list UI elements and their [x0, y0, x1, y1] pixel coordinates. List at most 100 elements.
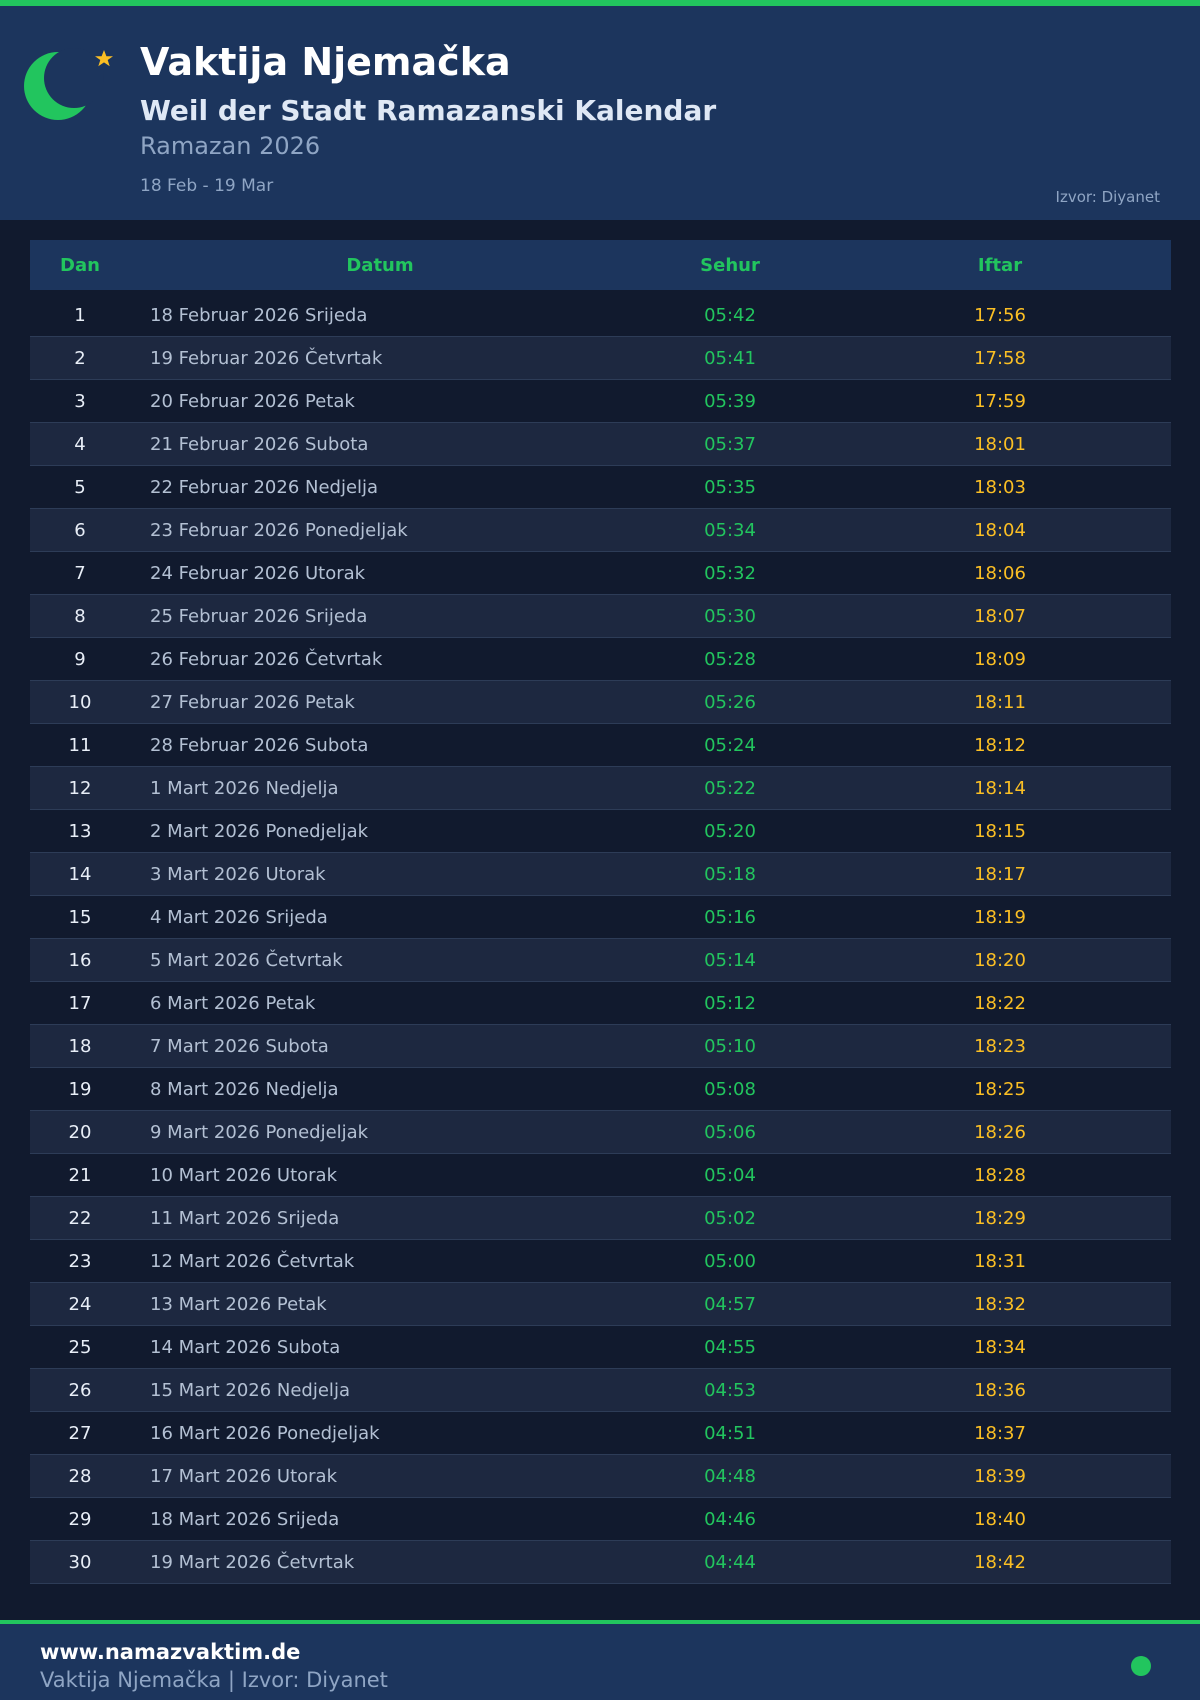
date-text: 19 Mart 2026 Četvrtak	[150, 1551, 355, 1573]
day-number: 30	[68, 1551, 92, 1573]
day-number: 11	[68, 734, 92, 756]
day-number: 8	[74, 605, 86, 627]
date-text: 18 Februar 2026 Srijeda	[150, 304, 368, 326]
table-row: 27 16 Mart 2026 Ponedjeljak 04:51 18:37	[30, 1412, 1171, 1455]
date-text: 10 Mart 2026 Utorak	[150, 1164, 337, 1186]
sehur-time: 05:22	[704, 777, 756, 799]
iftar-time: 18:37	[974, 1422, 1026, 1444]
date-text: 5 Mart 2026 Četvrtak	[150, 949, 343, 971]
sehur-time: 05:14	[704, 949, 756, 971]
sehur-time: 05:06	[704, 1121, 756, 1143]
table-row: 4 21 Februar 2026 Subota 05:37 18:01	[30, 423, 1171, 466]
date-text: 27 Februar 2026 Petak	[150, 691, 355, 713]
date-text: 7 Mart 2026 Subota	[150, 1035, 329, 1057]
date-text: 12 Mart 2026 Četvrtak	[150, 1250, 355, 1272]
table-row: 24 13 Mart 2026 Petak 04:57 18:32	[30, 1283, 1171, 1326]
iftar-time: 18:23	[974, 1035, 1026, 1057]
date-text: 8 Mart 2026 Nedjelja	[150, 1078, 339, 1100]
table-row: 25 14 Mart 2026 Subota 04:55 18:34	[30, 1326, 1171, 1369]
table-row: 20 9 Mart 2026 Ponedjeljak 05:06 18:26	[30, 1111, 1171, 1154]
ramadan-timetable: Dan Datum Sehur Iftar 1 18 Februar 2026 S…	[30, 240, 1171, 1584]
iftar-time: 18:28	[974, 1164, 1026, 1186]
sehur-time: 05:39	[704, 390, 756, 412]
table-body: 1 18 Februar 2026 Srijeda 05:42 17:56 2 19 Fe…	[30, 294, 1171, 1584]
iftar-time: 18:25	[974, 1078, 1026, 1100]
table-row: 6 23 Februar 2026 Ponedjeljak 05:34 18:04	[30, 509, 1171, 552]
iftar-time: 17:58	[974, 347, 1026, 369]
table-row: 2 19 Februar 2026 Četvrtak 05:41 17:58	[30, 337, 1171, 380]
sehur-time: 04:44	[704, 1551, 756, 1573]
iftar-time: 18:06	[974, 562, 1026, 584]
day-number: 18	[68, 1035, 92, 1057]
iftar-time: 18:03	[974, 476, 1026, 498]
day-number: 5	[74, 476, 86, 498]
iftar-time: 18:34	[974, 1336, 1026, 1358]
table-row: 15 4 Mart 2026 Srijeda 05:16 18:19	[30, 896, 1171, 939]
table-row: 12 1 Mart 2026 Nedjelja 05:22 18:14	[30, 767, 1171, 810]
column-header-sehur: Sehur	[700, 254, 760, 276]
sehur-time: 05:24	[704, 734, 756, 756]
table-row: 19 8 Mart 2026 Nedjelja 05:08 18:25	[30, 1068, 1171, 1111]
date-text: 25 Februar 2026 Srijeda	[150, 605, 368, 627]
day-number: 4	[74, 433, 86, 455]
sehur-time: 04:53	[704, 1379, 756, 1401]
day-number: 23	[68, 1250, 92, 1272]
sehur-time: 04:57	[704, 1293, 756, 1315]
iftar-time: 18:40	[974, 1508, 1026, 1530]
iftar-time: 18:11	[974, 691, 1026, 713]
day-number: 29	[68, 1508, 92, 1530]
date-text: 18 Mart 2026 Srijeda	[150, 1508, 340, 1530]
day-number: 21	[68, 1164, 92, 1186]
date-text: 17 Mart 2026 Utorak	[150, 1465, 337, 1487]
table-row: 7 24 Februar 2026 Utorak 05:32 18:06	[30, 552, 1171, 595]
page-footer: www.namazvaktim.de Vaktija Njemačka | Iz…	[0, 1624, 1200, 1700]
date-text: 3 Mart 2026 Utorak	[150, 863, 326, 885]
table-row: 5 22 Februar 2026 Nedjelja 05:35 18:03	[30, 466, 1171, 509]
table-row: 23 12 Mart 2026 Četvrtak 05:00 18:31	[30, 1240, 1171, 1283]
day-number: 16	[68, 949, 92, 971]
iftar-time: 18:04	[974, 519, 1026, 541]
sehur-time: 04:48	[704, 1465, 756, 1487]
iftar-time: 18:01	[974, 433, 1026, 455]
iftar-time: 17:56	[974, 304, 1026, 326]
sehur-time: 05:12	[704, 992, 756, 1014]
table-row: 22 11 Mart 2026 Srijeda 05:02 18:29	[30, 1197, 1171, 1240]
green-dot-icon	[1131, 1656, 1151, 1676]
iftar-time: 18:42	[974, 1551, 1026, 1573]
column-header-datum: Datum	[346, 254, 414, 276]
page-header: Vaktija Njemačka Weil der Stadt Ramazans…	[0, 6, 1200, 220]
iftar-time: 18:36	[974, 1379, 1026, 1401]
iftar-time: 18:19	[974, 906, 1026, 928]
iftar-time: 18:14	[974, 777, 1026, 799]
iftar-time: 18:07	[974, 605, 1026, 627]
sehur-time: 05:30	[704, 605, 756, 627]
table-row: 30 19 Mart 2026 Četvrtak 04:44 18:42	[30, 1541, 1171, 1584]
day-number: 22	[68, 1207, 92, 1229]
table-row: 11 28 Februar 2026 Subota 05:24 18:12	[30, 724, 1171, 767]
footer-subtext: Vaktija Njemačka | Izvor: Diyanet	[40, 1668, 388, 1692]
table-header-row: Dan Datum Sehur Iftar	[30, 240, 1171, 290]
date-text: 14 Mart 2026 Subota	[150, 1336, 341, 1358]
sehur-time: 05:41	[704, 347, 756, 369]
date-text: 28 Februar 2026 Subota	[150, 734, 369, 756]
day-number: 6	[74, 519, 86, 541]
date-text: 11 Mart 2026 Srijeda	[150, 1207, 340, 1229]
table-row: 21 10 Mart 2026 Utorak 05:04 18:28	[30, 1154, 1171, 1197]
sehur-time: 05:08	[704, 1078, 756, 1100]
date-text: 16 Mart 2026 Ponedjeljak	[150, 1422, 380, 1444]
iftar-time: 18:12	[974, 734, 1026, 756]
sehur-time: 04:55	[704, 1336, 756, 1358]
day-number: 13	[68, 820, 92, 842]
date-text: 24 Februar 2026 Utorak	[150, 562, 366, 584]
sehur-time: 05:20	[704, 820, 756, 842]
sehur-time: 05:35	[704, 476, 756, 498]
day-number: 7	[74, 562, 86, 584]
sehur-time: 04:51	[704, 1422, 756, 1444]
sehur-time: 05:42	[704, 304, 756, 326]
day-number: 12	[68, 777, 92, 799]
date-text: 19 Februar 2026 Četvrtak	[150, 347, 383, 369]
day-number: 25	[68, 1336, 92, 1358]
sehur-time: 05:34	[704, 519, 756, 541]
iftar-time: 17:59	[974, 390, 1026, 412]
date-text: 20 Februar 2026 Petak	[150, 390, 355, 412]
